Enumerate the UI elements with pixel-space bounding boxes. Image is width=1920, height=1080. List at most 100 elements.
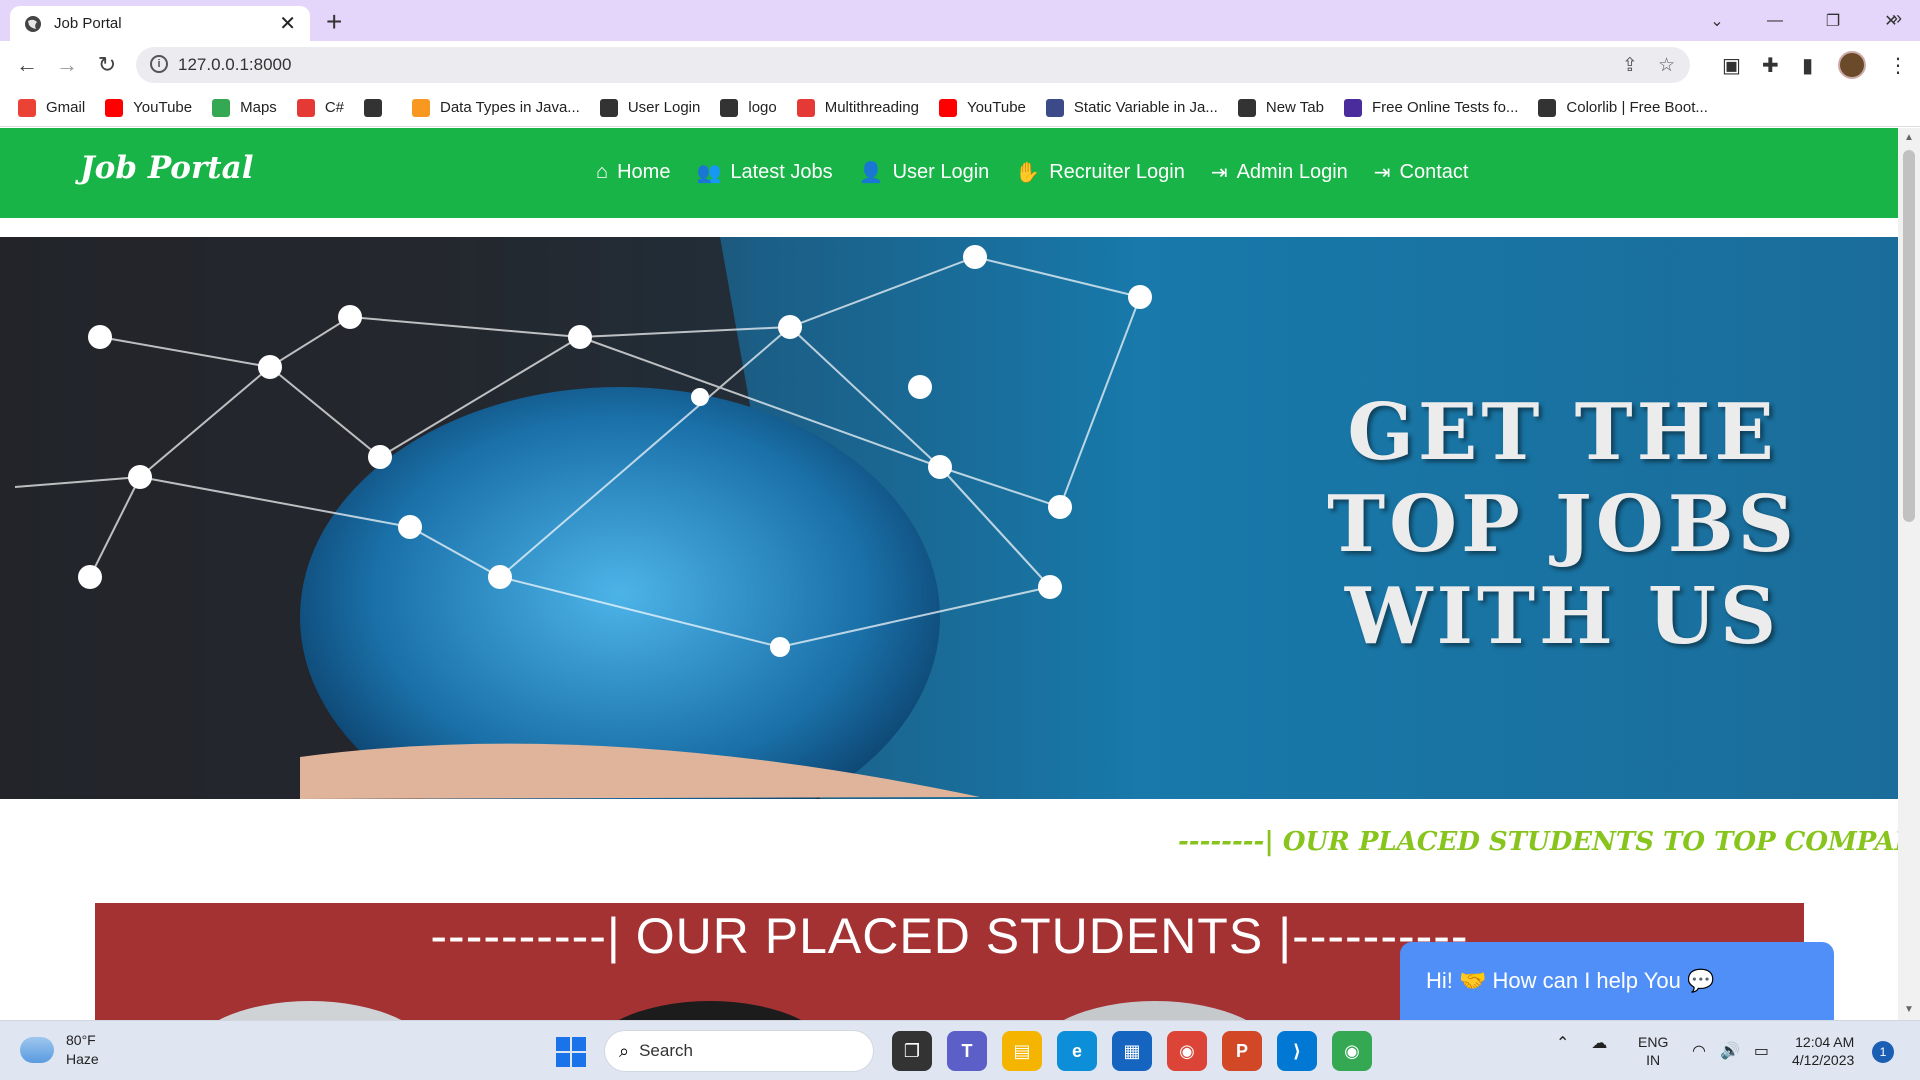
store-icon[interactable]: ▦ [1112, 1031, 1152, 1071]
search-label: Search [639, 1041, 693, 1060]
bookmark-item[interactable]: Multithreading [796, 98, 919, 117]
teams-icon[interactable]: T [947, 1031, 987, 1071]
pinned-apps: ❐ T ▤ e ▦ ◉ P ⟩ ◉ [892, 1031, 1387, 1071]
users-icon: 👥 [696, 162, 722, 184]
extensions-icon[interactable]: ✚ [1762, 53, 1779, 78]
powerpoint-icon[interactable]: P [1222, 1031, 1262, 1071]
hero-line: GET THE [1347, 387, 1778, 478]
url-text[interactable]: 127.0.0.1:8000 [178, 55, 291, 75]
chrome-profile-icon[interactable]: ◉ [1332, 1031, 1372, 1071]
bookmark-item[interactable]: YouTube [938, 98, 1026, 117]
site-info-icon[interactable]: i [150, 55, 168, 73]
globe-icon [599, 98, 618, 117]
globe-icon [1538, 98, 1557, 117]
scrollbar-thumb[interactable] [1903, 150, 1915, 522]
notification-badge[interactable]: 1 [1872, 1041, 1894, 1063]
scroll-up-icon[interactable]: ▲ [1904, 132, 1914, 143]
st-icon [1343, 98, 1362, 117]
browser-tab[interactable]: Job Portal ✕ [10, 6, 310, 41]
bookmark-item[interactable]: Maps [212, 98, 277, 117]
nav-link[interactable]: 👥 Latest Jobs [696, 160, 832, 185]
nav-link-label: Admin Login [1236, 161, 1348, 183]
bookmark-label: Maps [240, 99, 277, 116]
bookmark-label: Static Variable in Ja... [1073, 99, 1218, 116]
chatbot-widget[interactable]: Hi! 🤝 How can I help You 💬 [1400, 942, 1834, 1020]
forward-icon[interactable]: → [52, 50, 82, 80]
windows-start-icon[interactable] [556, 1037, 586, 1067]
nav-link-label: Latest Jobs [730, 161, 833, 183]
bookmark-item[interactable]: Data Types in Java... [412, 98, 580, 117]
bookmark-item[interactable] [364, 98, 392, 117]
youtube-icon [938, 98, 957, 117]
nav-link[interactable]: ⌂ Home [596, 160, 670, 185]
gmail-icon [18, 98, 36, 117]
bookmark-label: logo [748, 99, 777, 116]
bookmark-item[interactable]: Static Variable in Ja... [1045, 98, 1218, 117]
more-bookmarks-icon[interactable]: » [1892, 8, 1902, 29]
bookmark-star-icon[interactable]: ☆ [1658, 54, 1675, 77]
site-navbar: Job Portal ⌂ Home 👥 Latest Jobs 👤 User Login ✋… [0, 128, 1898, 218]
profile-avatar[interactable] [1838, 51, 1866, 79]
java-icon [412, 98, 430, 117]
taskbar-search[interactable]: ⌕ Search [604, 1030, 874, 1072]
new-tab-button[interactable]: + [326, 6, 342, 38]
bookmark-item[interactable]: Gmail [18, 98, 85, 117]
student-photo [1030, 1001, 1280, 1020]
back-icon[interactable]: ← [12, 50, 42, 80]
file-explorer-icon[interactable]: ▤ [1002, 1031, 1042, 1071]
task-view-icon[interactable]: ❐ [892, 1031, 932, 1071]
bookmark-item[interactable]: logo [720, 98, 777, 117]
main-menu: ⌂ Home 👥 Latest Jobs 👤 User Login ✋ Recruiter L… [596, 160, 1494, 185]
bookmark-item[interactable]: Free Online Tests fo... [1343, 98, 1518, 117]
status-icons[interactable]: ◠ 🔊 ▭ [1692, 1041, 1769, 1061]
bookmark-item[interactable]: Colorlib | Free Boot... [1538, 98, 1708, 117]
picture-in-picture-icon[interactable]: ▣ [1722, 53, 1741, 78]
weather-desc: Haze [66, 1051, 99, 1067]
browser-toolbar: ← → ↻ i 127.0.0.1:8000 ⇪ ☆ ▣ ✚ ▮ ⋮ [0, 41, 1920, 89]
clock[interactable]: 12:04 AM 4/12/2023 [1792, 1033, 1854, 1069]
nav-link[interactable]: ⇥ Admin Login [1211, 160, 1348, 185]
volume-icon: 🔊 [1719, 1043, 1740, 1060]
close-tab-icon[interactable]: ✕ [279, 11, 296, 36]
vivaldi-icon [296, 98, 315, 117]
vscode-icon[interactable]: ⟩ [1277, 1031, 1317, 1071]
chevron-up-icon[interactable]: ⌃ [1556, 1033, 1569, 1053]
onedrive-icon[interactable]: ☁ [1591, 1033, 1607, 1053]
tab-search-icon[interactable]: ⌄ [1688, 0, 1746, 41]
menu-kebab-icon[interactable]: ⋮ [1888, 53, 1908, 78]
hero-headline: GET THE TOP JOBS WITH US [1327, 387, 1798, 663]
share-icon[interactable]: ⇪ [1622, 54, 1638, 77]
nav-link[interactable]: ✋ Recruiter Login [1015, 160, 1185, 185]
hero-line: WITH US [1344, 571, 1781, 662]
language-indicator[interactable]: ENG IN [1638, 1033, 1668, 1069]
weather-widget[interactable]: 80°F Haze [20, 1031, 99, 1069]
site-icon [1045, 98, 1064, 117]
address-bar[interactable]: i 127.0.0.1:8000 ⇪ ☆ [136, 47, 1690, 83]
nav-link[interactable]: 👤 User Login [859, 160, 990, 185]
placed-students-marquee: --------| OUR PLACED STUDENTS TO TOP COM… [1178, 827, 1898, 857]
bookmark-item[interactable]: C# [296, 98, 344, 117]
bookmark-label: Data Types in Java... [440, 99, 580, 116]
scroll-down-icon[interactable]: ▼ [1904, 1004, 1914, 1015]
nav-link-label: User Login [892, 161, 990, 183]
hero-banner: GET THE TOP JOBS WITH US [0, 237, 1898, 799]
site-brand[interactable]: Job Portal [80, 150, 253, 186]
side-panel-icon[interactable]: ▮ [1802, 53, 1813, 78]
hero-line: TOP JOBS [1327, 479, 1798, 570]
bookmark-label: YouTube [133, 99, 193, 116]
home-icon: ⌂ [596, 161, 609, 183]
bookmark-item[interactable]: New Tab [1237, 98, 1324, 117]
hand-icon: ✋ [1015, 162, 1041, 184]
page-scrollbar[interactable]: ▲ ▼ [1898, 128, 1920, 1020]
reload-icon[interactable]: ↻ [92, 50, 122, 80]
chrome-icon[interactable]: ◉ [1167, 1031, 1207, 1071]
restore-button[interactable]: ❐ [1804, 0, 1862, 41]
edge-icon[interactable]: e [1057, 1031, 1097, 1071]
nav-link[interactable]: ⇥ Contact [1374, 160, 1469, 185]
bookmark-label: Multithreading [824, 99, 919, 116]
bookmark-item[interactable]: User Login [599, 98, 700, 117]
user-plus-icon: 👤 [858, 162, 884, 184]
minimize-button[interactable]: — [1746, 0, 1804, 41]
student-photo [185, 1001, 435, 1020]
bookmark-item[interactable]: YouTube [105, 98, 193, 117]
